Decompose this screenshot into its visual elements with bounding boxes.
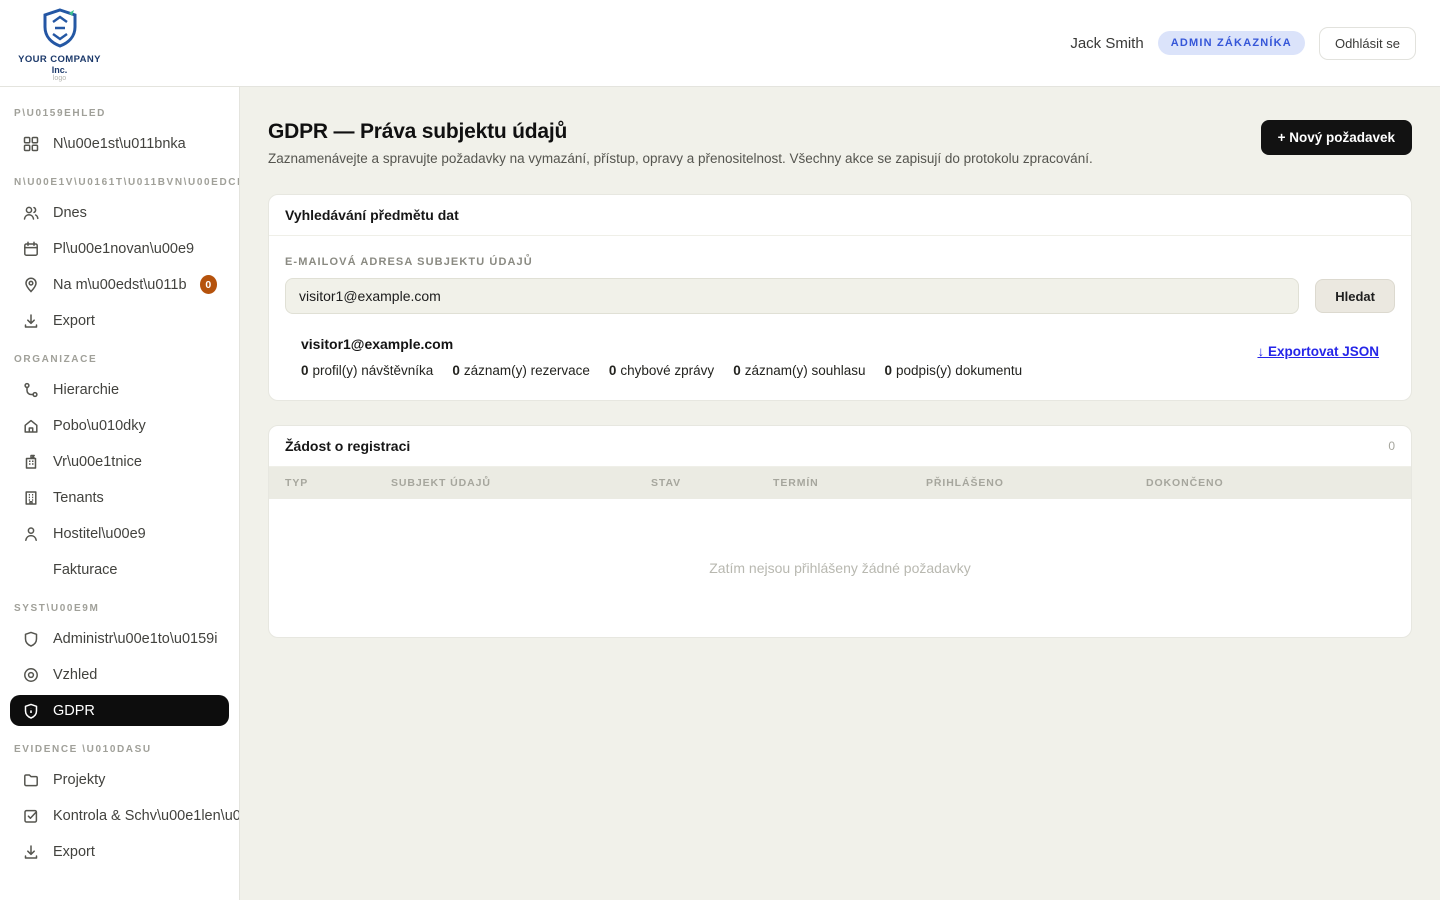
company-logo-caption: logo	[53, 75, 66, 82]
count-badge: 0	[200, 275, 217, 294]
column-prihlaseno: PŘIHLÁŠENO	[926, 477, 1146, 489]
sidebar-item-label: Export	[53, 844, 95, 860]
calendar-icon	[22, 240, 40, 258]
sidebar-item-label: Projekty	[53, 772, 105, 788]
sidebar-item-label: Na m\u00edst\u011b	[53, 277, 187, 293]
column-termin: TERMÍN	[773, 477, 926, 489]
stat-document-signatures: 0podpis(y) dokumentu	[885, 363, 1023, 378]
search-card-title: Vyhledávání předmětu dat	[285, 207, 459, 223]
company-name: YOUR COMPANY	[18, 54, 101, 65]
sidebar-item-na-miste[interactable]: Na m\u00edst\u011b 0	[10, 269, 229, 300]
logout-button[interactable]: Odhlásit se	[1319, 27, 1416, 60]
column-typ: TYP	[285, 477, 391, 489]
folder-icon	[22, 771, 40, 789]
requests-count: 0	[1388, 439, 1395, 453]
sidebar-item-label: Vr\u00e1tnice	[53, 454, 142, 470]
sidebar-item-label: Fakturace	[53, 562, 117, 578]
sidebar-item-vzhled[interactable]: Vzhled	[10, 659, 229, 690]
data-subject-search-card: Vyhledávání předmětu dat E-MAILOVÁ ADRES…	[268, 194, 1412, 401]
sidebar-item-administratori[interactable]: Administr\u00e1to\u0159i	[10, 623, 229, 654]
hierarchy-icon	[22, 381, 40, 399]
shield-check-icon	[22, 702, 40, 720]
download-icon	[22, 843, 40, 861]
stat-visitor-profiles: 0profil(y) návštěvníka	[301, 363, 433, 378]
column-dokonceno: DOKONČENO	[1146, 477, 1395, 489]
company-logo: YOUR COMPANY Inc. logo	[22, 7, 97, 82]
sidebar-item-label: N\u00e1st\u011bnka	[53, 136, 186, 152]
sidebar-item-fakturace[interactable]: Fakturace	[10, 554, 229, 585]
users-icon	[22, 204, 40, 222]
requests-empty-message: Zatím nejsou přihlášeny žádné požadavky	[269, 499, 1411, 637]
sidebar-item-planovane[interactable]: Pl\u00e1novan\u00e9	[10, 233, 229, 264]
blank-icon	[22, 561, 40, 579]
stat-error-messages: 0chybové zprávy	[609, 363, 714, 378]
sidebar-item-label: Pl\u00e1novan\u00e9	[53, 241, 194, 257]
search-button[interactable]: Hledat	[1315, 279, 1395, 313]
building-icon	[22, 453, 40, 471]
column-subjekt-udaju: SUBJEKT ÚDAJŮ	[391, 477, 651, 489]
grid-icon	[22, 135, 40, 153]
sidebar-item-gdpr[interactable]: GDPR	[10, 695, 229, 726]
sidebar-item-tenants[interactable]: Tenants	[10, 482, 229, 513]
sidebar-item-export-time[interactable]: Export	[10, 836, 229, 867]
sidebar-item-label: Export	[53, 313, 95, 329]
main-content: GDPR — Práva subjektu údajů Zaznamenávej…	[240, 87, 1440, 900]
shield-icon	[22, 630, 40, 648]
person-icon	[22, 525, 40, 543]
sidebar-section-evidence-casu: EVIDENCE \U010DASU	[0, 731, 239, 759]
email-field-label: E-MAILOVÁ ADRESA SUBJEKTU ÚDAJŮ	[285, 256, 1395, 268]
sidebar-item-label: Dnes	[53, 205, 87, 221]
sidebar-item-pobocky[interactable]: Pobo\u010dky	[10, 410, 229, 441]
sidebar-item-label: Hostitel\u00e9	[53, 526, 146, 542]
export-json-link[interactable]: ↓ Exportovat JSON	[1257, 344, 1379, 359]
page-title: GDPR — Práva subjektu údajů	[268, 120, 1093, 144]
sidebar-section-prehled: P\U0159EHLED	[0, 95, 239, 123]
sidebar-item-label: GDPR	[53, 703, 95, 719]
registration-requests-card: Žádost o registraci 0 TYP SUBJEKT ÚDAJŮ …	[268, 425, 1412, 638]
target-icon	[22, 666, 40, 684]
sidebar-item-kontrola-schvaleni[interactable]: Kontrola & Schv\u00e1len\u00ed	[10, 800, 229, 831]
sidebar-section-organizace: ORGANIZACE	[0, 341, 239, 369]
user-name: Jack Smith	[1070, 35, 1143, 52]
role-badge: ADMIN ZÁKAZNÍKA	[1158, 31, 1305, 55]
subject-email-input[interactable]	[285, 278, 1299, 314]
sidebar-item-label: Tenants	[53, 490, 104, 506]
sidebar-section-navstevnici: N\U00E1V\U0161T\U011BVN\U00EDCI	[0, 164, 239, 192]
home-icon	[22, 417, 40, 435]
column-stav: STAV	[651, 477, 773, 489]
stat-reservations: 0záznam(y) rezervace	[452, 363, 590, 378]
download-icon	[22, 312, 40, 330]
result-email: visitor1@example.com	[301, 336, 1022, 352]
sidebar-section-system: SYST\U00E9M	[0, 590, 239, 618]
sidebar-item-label: Pobo\u010dky	[53, 418, 146, 434]
map-pin-icon	[22, 276, 40, 294]
sidebar-item-label: Hierarchie	[53, 382, 119, 398]
sidebar-item-hostitele[interactable]: Hostitel\u00e9	[10, 518, 229, 549]
sidebar-item-dnes[interactable]: Dnes	[10, 197, 229, 228]
sidebar-item-label: Kontrola & Schv\u00e1len\u00ed	[53, 808, 240, 824]
requests-table-header: TYP SUBJEKT ÚDAJŮ STAV TERMÍN PŘIHLÁŠENO…	[269, 467, 1411, 499]
company-logo-icon	[39, 7, 81, 54]
sidebar-item-label: Vzhled	[53, 667, 97, 683]
company-inc: Inc.	[52, 65, 68, 75]
sidebar: P\U0159EHLED N\u00e1st\u011bnka N\U00E1V…	[0, 87, 240, 900]
sidebar-item-projekty[interactable]: Projekty	[10, 764, 229, 795]
requests-card-title: Žádost o registraci	[285, 438, 410, 454]
sidebar-item-export-visitors[interactable]: Export	[10, 305, 229, 336]
check-square-icon	[22, 807, 40, 825]
stat-consents: 0záznam(y) souhlasu	[733, 363, 865, 378]
sidebar-item-nastenka[interactable]: N\u00e1st\u011bnka	[10, 128, 229, 159]
sidebar-item-label: Administr\u00e1to\u0159i	[53, 631, 217, 647]
sidebar-item-hierarchie[interactable]: Hierarchie	[10, 374, 229, 405]
office-icon	[22, 489, 40, 507]
top-header: YOUR COMPANY Inc. logo Jack Smith ADMIN …	[0, 0, 1440, 87]
page-subtitle: Zaznamenávejte a spravujte požadavky na …	[268, 151, 1093, 166]
new-request-button[interactable]: + Nový požadavek	[1261, 120, 1412, 155]
sidebar-item-vratnice[interactable]: Vr\u00e1tnice	[10, 446, 229, 477]
result-stats: 0profil(y) návštěvníka 0záznam(y) rezerv…	[301, 363, 1022, 378]
